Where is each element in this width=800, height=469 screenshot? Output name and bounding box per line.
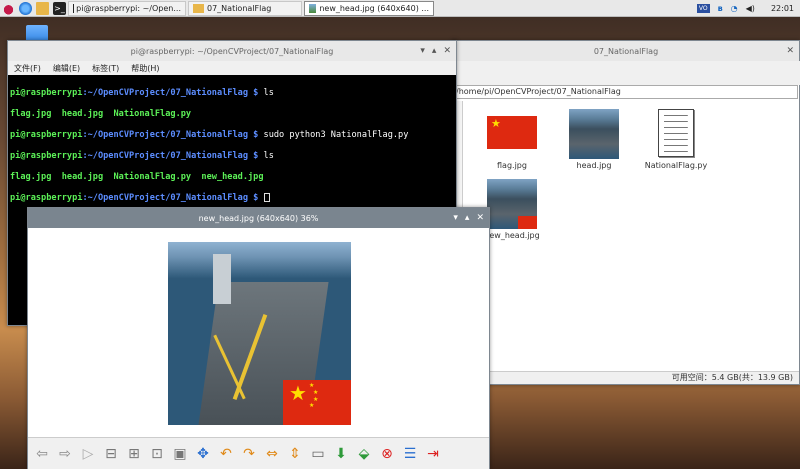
terminal-line: flag.jpg head.jpg NationalFlag.py new_he… [10,171,264,182]
delete-icon[interactable]: ⊗ [377,444,397,464]
file-manager-titlebar[interactable]: 07_NationalFlag ✕ [453,41,799,61]
menu-help[interactable]: 帮助(H) [131,63,159,74]
task-label: 07_NationalFlag [207,3,272,13]
terminal-line: pi@raspberrypi:~/OpenCVProject/07_Nation… [10,150,274,161]
close-icon[interactable]: ✕ [786,46,794,56]
task-file-manager[interactable]: 07_NationalFlag [188,0,302,16]
play-icon[interactable]: ▷ [78,444,98,464]
menu-edit[interactable]: 编辑(E) [53,63,80,74]
flip-horizontal-icon[interactable]: ⇔ [262,444,282,464]
close-icon[interactable]: ✕ [443,46,451,56]
flip-vertical-icon[interactable]: ⇕ [285,444,305,464]
terminal-icon[interactable]: >_ [53,1,66,15]
file-view: ★ flag.jpg head.jpg NationalFlag.py new_… [465,101,799,371]
image-icon [309,3,317,13]
terminal-line: pi@raspberrypi:~/OpenCVProject/07_Nation… [10,87,274,98]
task-label: new_head.jpg (640x640) ... [319,3,429,13]
fullscreen-icon[interactable]: ✥ [193,444,213,464]
carrier-flag-thumbnail [487,179,537,229]
task-terminal[interactable]: pi@raspberrypi: ~/Open... [68,0,186,16]
file-item[interactable]: ★ flag.jpg [477,116,547,170]
menu-file[interactable]: 文件(F) [14,63,41,74]
terminal-titlebar[interactable]: pi@raspberrypi: ~/OpenCVProject/07_Natio… [8,41,456,61]
open-file-icon[interactable]: ▭ [308,444,328,464]
window-title: pi@raspberrypi: ~/OpenCVProject/07_Natio… [130,46,334,56]
file-item[interactable]: head.jpg [559,109,629,170]
minimize-icon[interactable]: ▾ [420,46,425,56]
taskbar: >_ pi@raspberrypi: ~/Open... 07_National… [0,0,800,17]
raspberry-menu-icon[interactable] [2,1,15,15]
carrier-thumbnail [569,109,619,159]
window-title: new_head.jpg (640x640) 36% [198,213,319,223]
file-name: head.jpg [576,161,612,170]
prev-arrow-icon[interactable]: ⇦ [32,444,52,464]
image-viewer-window: new_head.jpg (640x640) 36% ▾ ▴ ✕ ★ ★ ★ ★… [27,207,490,469]
preferences-icon[interactable]: ☰ [400,444,420,464]
task-image-viewer[interactable]: new_head.jpg (640x640) ... [304,0,434,16]
close-icon[interactable]: ✕ [476,213,484,223]
path-bar[interactable]: /home/pi/OpenCVProject/07_NationalFlag [453,85,798,99]
zoom-out-icon[interactable]: ⊟ [101,444,121,464]
task-label: pi@raspberrypi: ~/Open... [76,3,181,13]
browser-icon[interactable] [19,1,32,15]
terminal-cursor [263,192,270,202]
system-tray: VO ʙ ◔ ◀) 22:01 [696,0,794,17]
rotate-left-icon[interactable]: ↶ [216,444,236,464]
terminal-line: pi@raspberrypi:~/OpenCVProject/07_Nation… [10,129,409,140]
terminal-line: pi@raspberrypi:~/OpenCVProject/07_Nation… [10,192,454,204]
save-as-icon[interactable]: ⬙ [354,444,374,464]
next-arrow-icon[interactable]: ⇨ [55,444,75,464]
terminal-menubar: 文件(F) 编辑(E) 标签(T) 帮助(H) [8,61,456,75]
file-name: NationalFlag.py [644,161,708,170]
path-text: /home/pi/OpenCVProject/07_NationalFlag [456,87,621,96]
minimize-icon[interactable]: ▾ [453,213,458,223]
maximize-icon[interactable]: ▴ [432,46,437,56]
file-item[interactable]: NationalFlag.py [641,109,711,170]
folder-icon [193,3,204,13]
carrier-image: ★ ★ ★ ★ ★ [168,242,351,425]
flag-thumbnail: ★ [487,116,537,149]
image-canvas: ★ ★ ★ ★ ★ [28,228,489,433]
flag-overlay: ★ ★ ★ ★ ★ [283,380,351,425]
speaker-icon[interactable]: ◀) [746,4,755,13]
viewer-titlebar[interactable]: new_head.jpg (640x640) 36% ▾ ▴ ✕ [28,208,489,228]
zoom-in-icon[interactable]: ⊞ [124,444,144,464]
quit-icon[interactable]: ⇥ [423,444,443,464]
menu-tabs[interactable]: 标签(T) [92,63,119,74]
file-manager-icon[interactable] [36,1,49,15]
text-file-icon [658,109,694,157]
clock: 22:01 [770,4,794,13]
maximize-icon[interactable]: ▴ [465,213,470,223]
save-icon[interactable]: ⬇ [331,444,351,464]
rotate-right-icon[interactable]: ↷ [239,444,259,464]
status-bar: 可用空间：5.4 GB(共：13.9 GB) [453,371,799,384]
bluetooth-icon[interactable]: ʙ [718,4,723,13]
zoom-fit-icon[interactable]: ⊡ [147,444,167,464]
wifi-icon[interactable]: ◔ [731,4,738,13]
window-title: 07_NationalFlag [593,46,659,56]
zoom-original-icon[interactable]: ▣ [170,444,190,464]
terminal-line: flag.jpg head.jpg NationalFlag.py [10,108,192,119]
file-name: flag.jpg [497,161,527,170]
fm-toolbar [453,61,800,85]
volume-indicator[interactable]: VO [696,4,710,13]
viewer-toolbar: ⇦ ⇨ ▷ ⊟ ⊞ ⊡ ▣ ✥ ↶ ↷ ⇔ ⇕ ▭ ⬇ ⬙ ⊗ ☰ ⇥ [28,437,489,469]
free-space-text: 可用空间：5.4 GB(共：13.9 GB) [671,373,793,382]
file-manager-window: 07_NationalFlag ✕ /home/pi/OpenCVProject… [452,40,800,385]
